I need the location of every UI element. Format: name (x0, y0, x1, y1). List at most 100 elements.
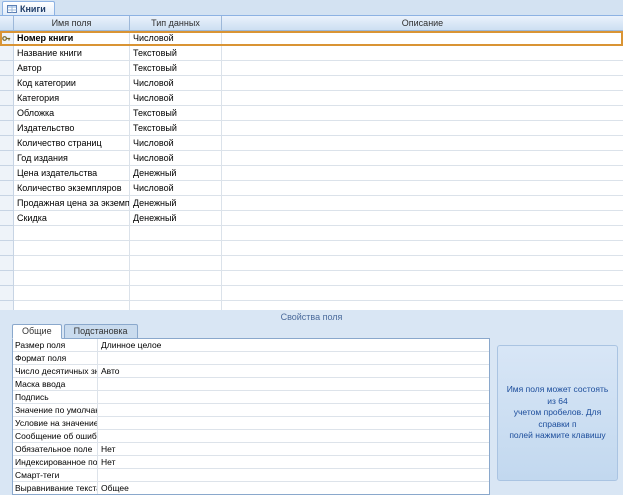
field-desc-cell[interactable] (222, 256, 623, 271)
property-value-input[interactable]: Длинное целое (98, 339, 489, 351)
property-row[interactable]: Обязательное полеНет (13, 443, 489, 456)
field-name-cell[interactable]: Количество экземпляров (14, 181, 130, 196)
field-name-cell[interactable]: Год издания (14, 151, 130, 166)
header-data-type[interactable]: Тип данных (130, 16, 222, 30)
property-row[interactable]: Индексированное полеНет (13, 456, 489, 469)
property-value-input[interactable] (98, 352, 489, 364)
field-desc-cell[interactable] (222, 76, 623, 91)
field-row[interactable]: Количество страницЧисловой (0, 136, 623, 151)
field-type-cell[interactable] (130, 271, 222, 286)
field-type-cell[interactable]: Текстовый (130, 46, 222, 61)
field-row[interactable]: ОбложкаТекстовый (0, 106, 623, 121)
property-row[interactable]: Число десятичных знаковАвто (13, 365, 489, 378)
field-desc-cell[interactable] (222, 166, 623, 181)
property-row[interactable]: Смарт-теги (13, 469, 489, 482)
empty-field-row[interactable] (0, 256, 623, 271)
property-value-input[interactable] (98, 430, 489, 442)
property-value-input[interactable] (98, 404, 489, 416)
property-value-input[interactable]: Нет (98, 456, 489, 468)
field-desc-cell[interactable] (222, 121, 623, 136)
field-desc-cell[interactable] (222, 151, 623, 166)
tab-general[interactable]: Общие (12, 324, 62, 339)
field-name-cell[interactable]: Автор (14, 61, 130, 76)
field-type-cell[interactable]: Денежный (130, 196, 222, 211)
field-type-cell[interactable] (130, 286, 222, 301)
property-row[interactable]: Сообщение об ошибке (13, 430, 489, 443)
row-selector[interactable] (0, 61, 14, 76)
row-selector[interactable] (0, 76, 14, 91)
field-row[interactable]: ИздательствоТекстовый (0, 121, 623, 136)
field-desc-cell[interactable] (222, 211, 623, 226)
field-desc-cell[interactable] (222, 181, 623, 196)
field-desc-cell[interactable] (222, 91, 623, 106)
row-selector[interactable] (0, 241, 14, 256)
row-selector[interactable] (0, 91, 14, 106)
field-type-cell[interactable] (130, 226, 222, 241)
empty-field-row[interactable] (0, 271, 623, 286)
property-value-input[interactable] (98, 391, 489, 403)
field-name-cell[interactable]: Название книги (14, 46, 130, 61)
field-name-cell[interactable] (14, 286, 130, 301)
field-name-cell[interactable]: Количество страниц (14, 136, 130, 151)
property-value-input[interactable] (98, 469, 489, 481)
property-value-input[interactable]: Нет (98, 443, 489, 455)
field-row[interactable]: Код категорииЧисловой (0, 76, 623, 91)
field-name-cell[interactable]: Издательство (14, 121, 130, 136)
property-row[interactable]: Выравнивание текстаОбщее (13, 482, 489, 494)
field-desc-cell[interactable] (222, 241, 623, 256)
field-type-cell[interactable]: Текстовый (130, 61, 222, 76)
field-type-cell[interactable]: Числовой (130, 31, 222, 46)
row-selector[interactable] (0, 211, 14, 226)
property-value-input[interactable] (98, 417, 489, 429)
property-row[interactable]: Формат поля (13, 352, 489, 365)
field-name-cell[interactable]: Категория (14, 91, 130, 106)
field-desc-cell[interactable] (222, 196, 623, 211)
field-type-cell[interactable]: Числовой (130, 76, 222, 91)
field-row[interactable]: Год изданияЧисловой (0, 151, 623, 166)
field-row[interactable]: Название книгиТекстовый (0, 46, 623, 61)
row-selector[interactable] (0, 151, 14, 166)
field-row[interactable]: КатегорияЧисловой (0, 91, 623, 106)
property-row[interactable]: Маска ввода (13, 378, 489, 391)
field-desc-cell[interactable] (222, 271, 623, 286)
field-name-cell[interactable]: Скидка (14, 211, 130, 226)
tab-lookup[interactable]: Подстановка (64, 324, 138, 339)
row-selector[interactable] (0, 121, 14, 136)
row-selector[interactable] (0, 31, 14, 46)
field-type-cell[interactable]: Числовой (130, 181, 222, 196)
field-desc-cell[interactable] (222, 226, 623, 241)
field-row[interactable]: СкидкаДенежный (0, 211, 623, 226)
field-name-cell[interactable] (14, 241, 130, 256)
field-row[interactable]: Количество экземпляровЧисловой (0, 181, 623, 196)
field-type-cell[interactable]: Числовой (130, 151, 222, 166)
field-row[interactable]: Продажная цена за экземпляДенежный (0, 196, 623, 211)
field-name-cell[interactable] (14, 256, 130, 271)
field-type-cell[interactable]: Текстовый (130, 121, 222, 136)
field-type-cell[interactable]: Денежный (130, 211, 222, 226)
field-row[interactable]: АвторТекстовый (0, 61, 623, 76)
property-row[interactable]: Подпись (13, 391, 489, 404)
row-selector[interactable] (0, 46, 14, 61)
property-row[interactable]: Размер поляДлинное целое (13, 339, 489, 352)
field-desc-cell[interactable] (222, 106, 623, 121)
property-row[interactable]: Значение по умолчанию (13, 404, 489, 417)
row-selector[interactable] (0, 286, 14, 301)
field-name-cell[interactable]: Продажная цена за экземпля (14, 196, 130, 211)
field-name-cell[interactable] (14, 271, 130, 286)
row-selector[interactable] (0, 136, 14, 151)
row-selector[interactable] (0, 166, 14, 181)
field-type-cell[interactable] (130, 256, 222, 271)
field-desc-cell[interactable] (222, 61, 623, 76)
tab-books[interactable]: Книги (2, 1, 55, 15)
row-selector[interactable] (0, 271, 14, 286)
field-desc-cell[interactable] (222, 46, 623, 61)
header-field-name[interactable]: Имя поля (14, 16, 130, 30)
field-type-cell[interactable]: Числовой (130, 91, 222, 106)
header-description[interactable]: Описание (222, 16, 623, 30)
field-name-cell[interactable]: Код категории (14, 76, 130, 91)
field-desc-cell[interactable] (222, 31, 623, 46)
field-name-cell[interactable]: Цена издательства (14, 166, 130, 181)
field-type-cell[interactable]: Числовой (130, 136, 222, 151)
row-selector[interactable] (0, 256, 14, 271)
empty-field-row[interactable] (0, 226, 623, 241)
